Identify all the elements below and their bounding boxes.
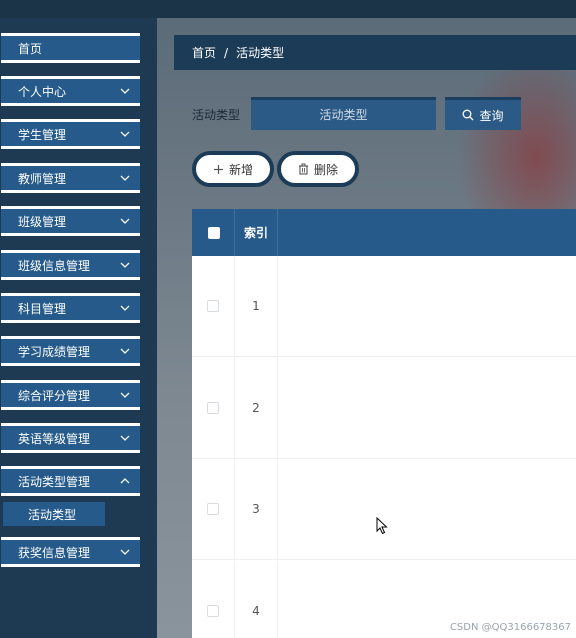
top-bar	[0, 0, 576, 18]
sidebar-item-label: 个人中心	[18, 84, 67, 99]
breadcrumb-current: 活动类型	[236, 46, 285, 60]
row-checkbox-cell	[192, 459, 235, 559]
row-index: 4	[235, 561, 278, 638]
sidebar-item-overall-score[interactable]: 综合评分管理	[1, 380, 140, 410]
watermark: CSDN @QQ3166678367	[449, 622, 571, 633]
search-input[interactable]	[251, 97, 436, 130]
row-checkbox[interactable]	[207, 402, 219, 414]
search-button[interactable]: 查询	[445, 97, 521, 130]
chevron-down-icon	[120, 131, 130, 137]
chevron-down-icon	[120, 88, 130, 94]
sidebar-item-label: 班级管理	[18, 214, 67, 229]
sidebar-item-label: 综合评分管理	[18, 388, 91, 403]
header-checkbox-cell	[192, 209, 235, 256]
chevron-up-icon	[120, 478, 130, 484]
search-icon	[463, 109, 474, 121]
sidebar-item-class-info[interactable]: 班级信息管理	[1, 250, 140, 280]
add-button-label: 新增	[228, 162, 253, 177]
sidebar-item-subjects[interactable]: 科目管理	[1, 293, 140, 323]
breadcrumb-home[interactable]: 首页	[192, 44, 216, 61]
sidebar-item-label: 教师管理	[18, 171, 67, 186]
row-index: 2	[235, 358, 278, 458]
select-all-checkbox[interactable]	[208, 227, 220, 239]
header-index: 索引	[235, 209, 278, 256]
sidebar-item-label: 学习成绩管理	[18, 344, 91, 359]
sidebar-item-students[interactable]: 学生管理	[1, 119, 140, 149]
row-checkbox[interactable]	[207, 605, 219, 617]
chevron-down-icon	[120, 175, 130, 181]
sidebar-item-personal-center[interactable]: 个人中心	[1, 76, 140, 106]
sidebar: 首页 个人中心 学生管理 教师管理 班级管理 班级信息管理 科目管理 学习成绩管…	[0, 18, 157, 638]
search-label: 活动类型	[192, 108, 241, 122]
chevron-down-icon	[120, 262, 130, 268]
sidebar-item-label: 英语等级管理	[18, 431, 91, 446]
sidebar-item-classes[interactable]: 班级管理	[1, 206, 140, 236]
sidebar-item-label: 首页	[18, 41, 43, 56]
row-checkbox-cell	[192, 561, 235, 638]
row-index: 3	[235, 459, 278, 559]
table-row: 3	[192, 459, 576, 560]
sidebar-item-award-info[interactable]: 获奖信息管理	[1, 537, 140, 567]
delete-button-label: 删除	[313, 162, 338, 177]
sidebar-item-label: 活动类型管理	[18, 474, 91, 489]
chevron-down-icon	[120, 435, 130, 441]
sidebar-item-label: 科目管理	[18, 301, 67, 316]
table-row: 1	[192, 256, 576, 357]
trash-icon	[298, 163, 308, 175]
search-button-label: 查询	[479, 108, 504, 123]
sidebar-item-label: 班级信息管理	[18, 258, 91, 273]
row-checkbox-cell	[192, 358, 235, 458]
row-checkbox[interactable]	[207, 300, 219, 312]
table-row: 2	[192, 358, 576, 459]
table-header: 索引	[192, 209, 576, 256]
chevron-down-icon	[120, 348, 130, 354]
sidebar-item-activity-type[interactable]: 活动类型管理	[1, 466, 140, 496]
sidebar-item-grades[interactable]: 学习成绩管理	[1, 336, 140, 366]
sidebar-item-label: 学生管理	[18, 127, 67, 142]
delete-button[interactable]: 删除	[277, 151, 359, 187]
plus-icon	[213, 164, 223, 174]
submenu-item-activity-type[interactable]: 活动类型	[3, 502, 105, 526]
sidebar-item-home[interactable]: 首页	[1, 33, 140, 63]
chevron-down-icon	[120, 549, 130, 555]
data-table: 索引 1 2 3 4	[192, 209, 576, 638]
chevron-down-icon	[120, 218, 130, 224]
breadcrumb-separator: /	[224, 45, 229, 60]
breadcrumb: 首页 / 活动类型	[174, 35, 576, 70]
sidebar-item-teachers[interactable]: 教师管理	[1, 163, 140, 193]
row-checkbox[interactable]	[207, 503, 219, 515]
row-index: 1	[235, 256, 278, 356]
chevron-down-icon	[120, 305, 130, 311]
add-button[interactable]: 新增	[192, 151, 274, 187]
mouse-cursor-icon	[376, 517, 388, 535]
chevron-down-icon	[120, 392, 130, 398]
sidebar-item-english-level[interactable]: 英语等级管理	[1, 423, 140, 453]
sidebar-item-label: 获奖信息管理	[18, 545, 91, 560]
row-checkbox-cell	[192, 256, 235, 356]
